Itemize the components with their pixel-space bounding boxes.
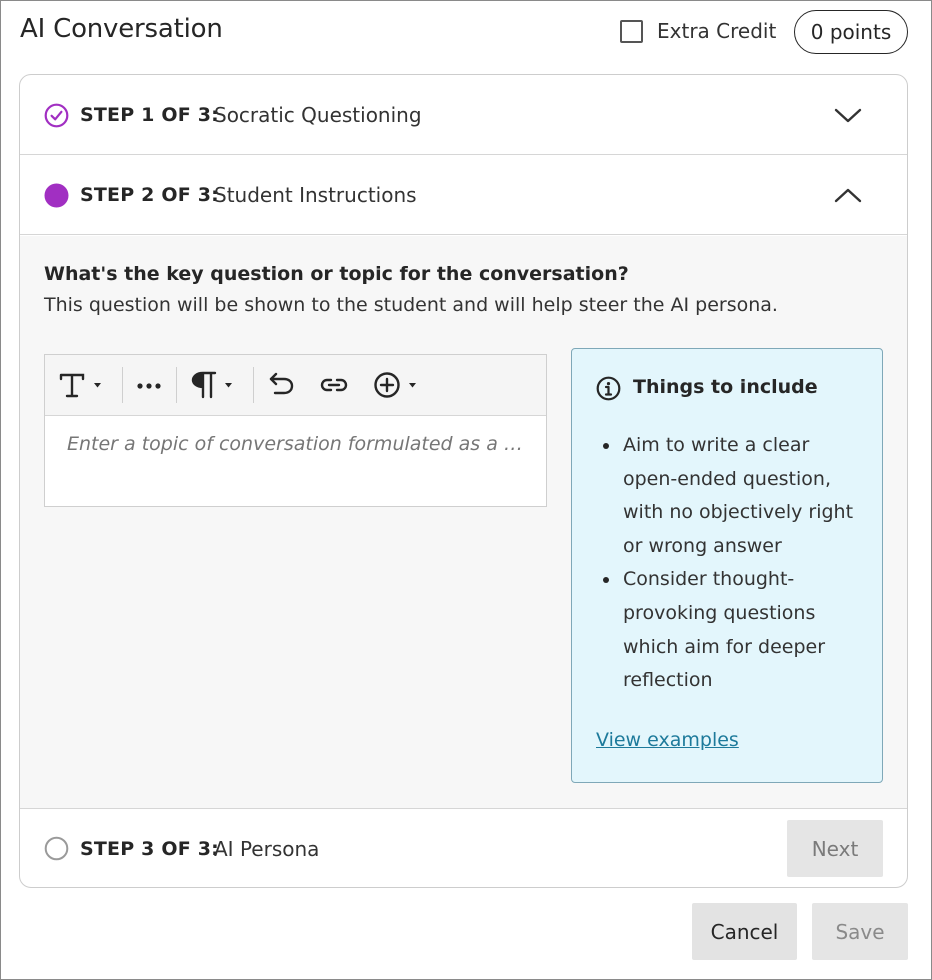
- question-title: What's the key question or topic for the…: [44, 263, 629, 285]
- step-2-number: STEP 2 OF 3:: [80, 183, 219, 206]
- paragraph-icon: [191, 371, 232, 399]
- more-options-icon: [137, 383, 161, 389]
- rich-text-editor: Enter a topic of conversation formulated…: [44, 354, 547, 507]
- step-2-name: Student Instructions: [214, 182, 417, 207]
- extra-credit-checkbox[interactable]: [620, 19, 643, 43]
- hint-item: Consider thought-provoking questions whi…: [596, 563, 868, 697]
- extra-credit-toggle[interactable]: Extra Credit: [620, 19, 776, 43]
- hint-title: Things to include: [633, 376, 818, 398]
- steps-accordion: STEP 1 OF 3: Socratic Questioning STEP 2…: [19, 74, 908, 888]
- undo-icon: [269, 372, 294, 395]
- editor-toolbar: [45, 355, 546, 416]
- question-description: This question will be shown to the stude…: [44, 294, 778, 316]
- step-3-name: AI Persona: [214, 836, 320, 861]
- step-3-header[interactable]: STEP 3 OF 3: AI Persona Next: [20, 808, 907, 887]
- chevron-up-icon[interactable]: [834, 183, 862, 207]
- topic-input[interactable]: Enter a topic of conversation formulated…: [67, 433, 527, 455]
- link-icon: [320, 378, 348, 392]
- extra-credit-label: Extra Credit: [657, 19, 777, 43]
- step-1-header[interactable]: STEP 1 OF 3: Socratic Questioning: [20, 75, 907, 155]
- step-1-number: STEP 1 OF 3:: [80, 103, 219, 126]
- view-examples-link[interactable]: View examples: [596, 729, 739, 751]
- link-button[interactable]: [319, 369, 349, 401]
- step-3-number: STEP 3 OF 3:: [80, 837, 219, 860]
- toolbar-divider: [253, 367, 254, 403]
- points-button[interactable]: 0 points: [794, 10, 908, 54]
- toolbar-divider: [122, 367, 123, 403]
- undo-button[interactable]: [267, 369, 295, 401]
- current-step-dot-icon: [44, 183, 69, 208]
- chevron-down-icon[interactable]: [834, 103, 862, 127]
- page-title: AI Conversation: [20, 14, 223, 44]
- text-format-icon: [59, 373, 101, 398]
- insert-content-button[interactable]: [372, 369, 420, 401]
- check-circle-icon: [44, 103, 69, 128]
- step-2-content: What's the key question or topic for the…: [20, 236, 907, 808]
- cancel-button[interactable]: Cancel: [692, 903, 797, 960]
- text-format-button[interactable]: [59, 369, 105, 401]
- empty-circle-icon: [44, 836, 69, 861]
- hint-item: Aim to write a clear open-ended question…: [596, 429, 868, 563]
- paragraph-button[interactable]: [189, 369, 235, 401]
- things-to-include-panel: Things to include Aim to write a clear o…: [571, 348, 883, 783]
- next-button[interactable]: Next: [787, 820, 883, 877]
- toolbar-divider: [176, 367, 177, 403]
- insert-content-icon: [374, 372, 416, 398]
- step-1-name: Socratic Questioning: [214, 102, 422, 127]
- save-button[interactable]: Save: [812, 903, 908, 960]
- info-icon: [596, 376, 621, 401]
- hint-list: Aim to write a clear open-ended question…: [596, 429, 868, 698]
- more-options-button[interactable]: [135, 369, 163, 401]
- step-2-header[interactable]: STEP 2 OF 3: Student Instructions: [20, 155, 907, 235]
